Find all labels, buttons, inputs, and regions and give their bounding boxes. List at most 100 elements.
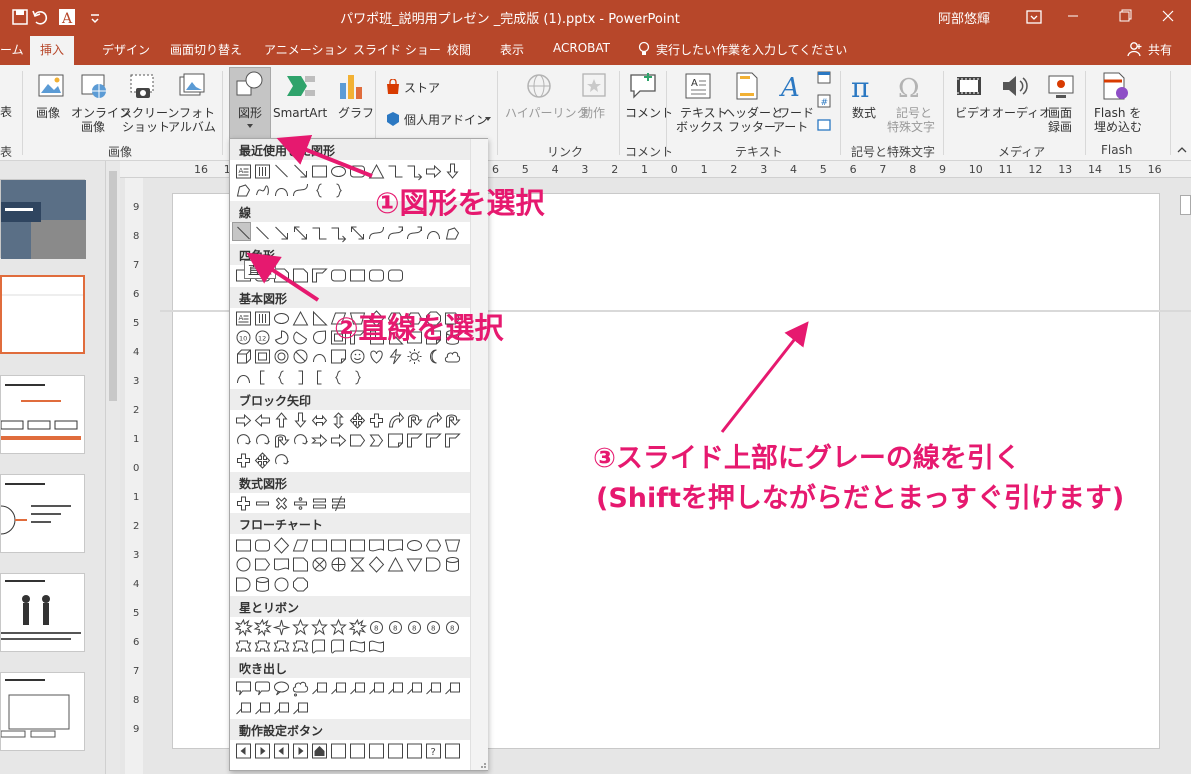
shape-row[interactable] — [234, 431, 470, 450]
actr-shape-icon[interactable] — [291, 741, 310, 760]
ribbon-shape-icon[interactable] — [234, 637, 253, 656]
header-footer-label[interactable]: ヘッダーと — [723, 106, 783, 120]
actblank-shape-icon[interactable] — [405, 741, 424, 760]
darrow-shape-icon[interactable] — [291, 411, 310, 430]
curvear-shape-icon[interactable] — [386, 224, 405, 243]
orj-shape-icon[interactable] — [329, 555, 348, 574]
neq-shape-icon[interactable] — [329, 494, 348, 513]
curvear-shape-icon[interactable] — [405, 224, 424, 243]
vtextbox-shape-icon[interactable] — [253, 162, 272, 181]
slide-scrollbar[interactable] — [1180, 195, 1191, 215]
ribbon-shape-icon[interactable] — [272, 637, 291, 656]
pent-shape-icon[interactable] — [348, 431, 367, 450]
callline-shape-icon[interactable] — [291, 699, 310, 718]
audio-label[interactable]: オーディオ — [992, 106, 1051, 120]
chevron-down-icon[interactable] — [245, 123, 255, 129]
rrect-shape-icon[interactable] — [253, 536, 272, 555]
thumbnails-scrollbar[interactable] — [105, 161, 120, 774]
screen-recording-label[interactable]: 画面 — [1048, 106, 1072, 120]
slide-number-icon[interactable]: # — [816, 93, 832, 109]
freeform-shape-icon[interactable] — [443, 224, 462, 243]
chev-shape-icon[interactable] — [367, 431, 386, 450]
chord-shape-icon[interactable] — [291, 328, 310, 347]
scroll-shape-icon[interactable] — [310, 637, 329, 656]
bolt-shape-icon[interactable] — [386, 347, 405, 366]
wave-shape-icon[interactable] — [348, 637, 367, 656]
plus-shape-icon[interactable] — [367, 411, 386, 430]
quad-shape-icon[interactable] — [253, 451, 272, 470]
smile-shape-icon[interactable] — [348, 347, 367, 366]
star5-shape-icon[interactable] — [329, 618, 348, 637]
callline-shape-icon[interactable] — [272, 699, 291, 718]
vtextbox-shape-icon[interactable] — [253, 309, 272, 328]
rect-shape-icon[interactable] — [348, 266, 367, 285]
audio-icon[interactable] — [999, 71, 1029, 101]
badge-shape-icon[interactable]: 8 — [405, 618, 424, 637]
elbow-shape-icon[interactable] — [386, 162, 405, 181]
tab-1[interactable]: 挿入 — [30, 36, 75, 65]
callcloud-shape-icon[interactable] — [291, 679, 310, 698]
save-icon[interactable] — [10, 7, 30, 27]
quad-shape-icon[interactable] — [348, 411, 367, 430]
moon-shape-icon[interactable] — [424, 347, 443, 366]
smartart-icon[interactable] — [285, 71, 317, 101]
half-shape-icon[interactable] — [310, 266, 329, 285]
elbow-shape-icon[interactable] — [310, 224, 329, 243]
scroll-shape-icon[interactable] — [329, 637, 348, 656]
video-label[interactable]: ビデオ — [955, 106, 991, 120]
collapse-ribbon-icon[interactable] — [1176, 145, 1188, 155]
screenshot-label[interactable]: スクリーン — [120, 106, 179, 120]
picture-icon[interactable] — [36, 71, 66, 101]
delay-shape-icon[interactable] — [234, 575, 253, 594]
rarrow-shape-icon[interactable] — [234, 411, 253, 430]
larrow-shape-icon[interactable] — [253, 411, 272, 430]
shape-row[interactable] — [234, 536, 470, 555]
snip-shape-icon[interactable] — [291, 266, 310, 285]
dblarrow-shape-icon[interactable] — [348, 224, 367, 243]
fold-shape-icon[interactable] — [329, 347, 348, 366]
tab-4[interactable]: アニメーション — [264, 41, 348, 58]
shape-row[interactable] — [234, 575, 470, 594]
shapes-label[interactable]: 図形 — [238, 106, 262, 120]
textbox-icon[interactable]: A — [683, 71, 713, 101]
scroll-thumb[interactable] — [109, 171, 117, 401]
arrowline-shape-icon[interactable] — [272, 224, 291, 243]
act-shape-icon[interactable] — [272, 741, 291, 760]
rect-shape-icon[interactable] — [310, 162, 329, 181]
actblank-shape-icon[interactable] — [443, 741, 462, 760]
rarrow-shape-icon[interactable] — [424, 162, 443, 181]
shape-row[interactable]: 8 8 8 8 8 — [234, 618, 470, 637]
rect-shape-icon[interactable] — [310, 536, 329, 555]
shape-row[interactable] — [234, 679, 470, 698]
user-name[interactable]: 阿部悠輝 — [938, 8, 990, 27]
rect-shape-icon[interactable] — [348, 536, 367, 555]
callline-shape-icon[interactable] — [348, 679, 367, 698]
badge-shape-icon[interactable]: 8 — [386, 618, 405, 637]
line-shape-icon[interactable] — [253, 224, 272, 243]
callline-shape-icon[interactable] — [367, 679, 386, 698]
bracket-shape-icon[interactable] — [310, 368, 329, 387]
nosym-shape-icon[interactable] — [291, 347, 310, 366]
store-label[interactable]: ストア — [404, 81, 440, 95]
circle-shape-icon[interactable] — [272, 575, 291, 594]
half-shape-icon[interactable] — [443, 431, 462, 450]
tab-2[interactable]: デザイン — [102, 41, 150, 58]
tri-shape-icon[interactable] — [291, 309, 310, 328]
actq-shape-icon[interactable]: ? — [424, 741, 443, 760]
burst-shape-icon[interactable] — [348, 618, 367, 637]
ellipse-shape-icon[interactable] — [329, 162, 348, 181]
share-button[interactable]: 共有 — [1148, 41, 1172, 58]
gallery-scrollbar[interactable] — [470, 139, 488, 770]
curve-shape-icon[interactable] — [291, 181, 310, 200]
personal-addins-label[interactable]: 個人用アドイン — [404, 113, 488, 127]
cyl-shape-icon[interactable] — [443, 555, 462, 574]
actblank-shape-icon[interactable] — [348, 741, 367, 760]
store-icon[interactable] — [385, 79, 401, 95]
actblank-shape-icon[interactable] — [367, 741, 386, 760]
notched-shape-icon[interactable] — [310, 431, 329, 450]
merge-shape-icon[interactable] — [405, 555, 424, 574]
tri-shape-icon[interactable] — [367, 162, 386, 181]
elbowar-shape-icon[interactable] — [329, 224, 348, 243]
slide-thumbnail[interactable] — [0, 474, 85, 553]
elbowar-shape-icon[interactable] — [405, 162, 424, 181]
